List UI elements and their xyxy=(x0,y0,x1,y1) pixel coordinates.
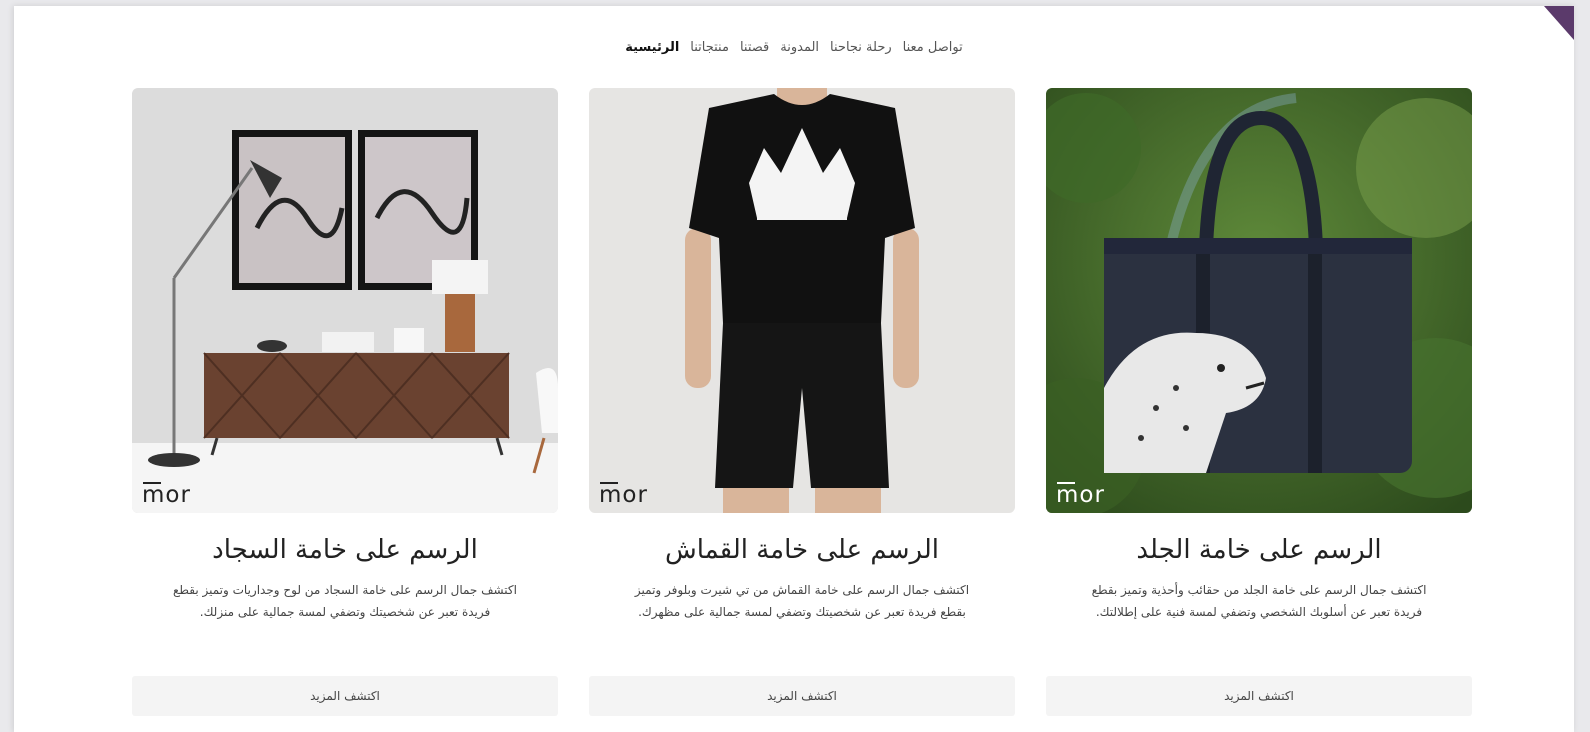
main-nav: الرئيسية منتجاتنا قصتنا المدونة رحلة نجا… xyxy=(14,40,1574,55)
leather-bag-image[interactable]: mor xyxy=(1046,88,1472,513)
corner-ribbon xyxy=(1544,6,1574,40)
card-description: اكتشف جمال الرسم على خامة الجلد من حقائب… xyxy=(1091,583,1427,619)
nav-success-journey[interactable]: رحلة نجاحنا xyxy=(830,40,892,55)
card-description: اكتشف جمال الرسم على خامة السجاد من لوح … xyxy=(173,583,517,619)
page: الرئيسية منتجاتنا قصتنا المدونة رحلة نجا… xyxy=(14,6,1574,732)
nav-home[interactable]: الرئيسية xyxy=(625,40,679,55)
card-leather: mor الرسم على خامة الجلد اكتشف جمال الرس… xyxy=(1046,88,1472,728)
nav-contact[interactable]: تواصل معنا xyxy=(903,40,963,55)
mor-logo: mor xyxy=(1056,482,1105,508)
nav-our-story[interactable]: قصتنا xyxy=(740,40,769,55)
card-title: الرسم على خامة السجاد xyxy=(212,535,478,565)
card-carpet: mor الرسم على خامة السجاد اكتشف جمال الر… xyxy=(132,88,558,728)
card-fabric: mor الرسم على خامة القماش اكتشف جمال الر… xyxy=(589,88,1015,728)
card-title: الرسم على خامة القماش xyxy=(664,535,939,565)
nav-blog[interactable]: المدونة xyxy=(780,40,819,55)
nav-products[interactable]: منتجاتنا xyxy=(690,40,729,55)
tshirt-image[interactable]: mor xyxy=(589,88,1015,513)
mor-logo: mor xyxy=(142,482,191,508)
card-title: الرسم على خامة الجلد xyxy=(1136,535,1382,565)
mor-logo: mor xyxy=(599,482,648,508)
discover-more-button[interactable]: اكتشف المزيد xyxy=(589,676,1015,716)
card-description: اكتشف جمال الرسم على خامة القماش من تي ش… xyxy=(634,583,970,619)
wall-art-image[interactable]: mor xyxy=(132,88,558,513)
category-cards: mor الرسم على خامة الجلد اكتشف جمال الرس… xyxy=(132,88,1472,728)
discover-more-button[interactable]: اكتشف المزيد xyxy=(1046,676,1472,716)
discover-more-button[interactable]: اكتشف المزيد xyxy=(132,676,558,716)
